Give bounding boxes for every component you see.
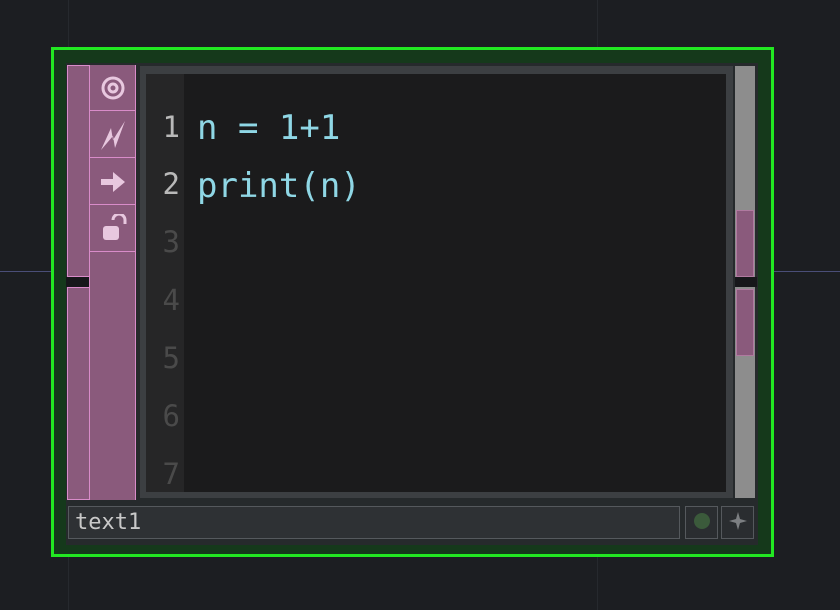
code-line[interactable]: print(n) (197, 168, 361, 204)
status-dot-icon (692, 511, 712, 535)
line-number: 6 (162, 399, 180, 433)
line-number: 4 (162, 283, 180, 317)
plus-icon (727, 510, 749, 536)
code-editor[interactable]: 1 2 3 4 5 6 7 n = 1+1 print(n) (146, 74, 726, 492)
output-connector-top[interactable] (736, 210, 754, 277)
line-number: 7 (162, 457, 180, 491)
input-connector-top[interactable] (67, 65, 90, 277)
line-number: 2 (162, 167, 180, 201)
line-number-gutter: 1 2 3 4 5 6 7 (146, 74, 184, 492)
line-number: 5 (162, 341, 180, 375)
output-wire-notch (735, 277, 757, 287)
node-toolbar (89, 65, 136, 500)
line-number: 3 (162, 225, 180, 259)
cook-flag-icon (98, 118, 128, 152)
node-name-field[interactable]: text1 (68, 506, 680, 539)
code-line[interactable]: n = 1+1 (197, 110, 340, 146)
add-button[interactable] (721, 506, 754, 539)
line-number: 1 (162, 110, 180, 144)
unlock-icon (99, 213, 127, 244)
viewer-toggle-button[interactable] (90, 65, 135, 111)
input-wire-notch (66, 277, 90, 287)
export-button[interactable] (90, 159, 135, 205)
status-button[interactable] (685, 506, 718, 539)
lock-button[interactable] (90, 206, 135, 252)
viewer-toggle-icon (100, 75, 126, 101)
cook-button[interactable] (90, 112, 135, 158)
scrollbar-thumb[interactable] (736, 289, 754, 356)
input-connector-bottom[interactable] (67, 287, 90, 500)
arrow-right-icon (99, 170, 127, 194)
